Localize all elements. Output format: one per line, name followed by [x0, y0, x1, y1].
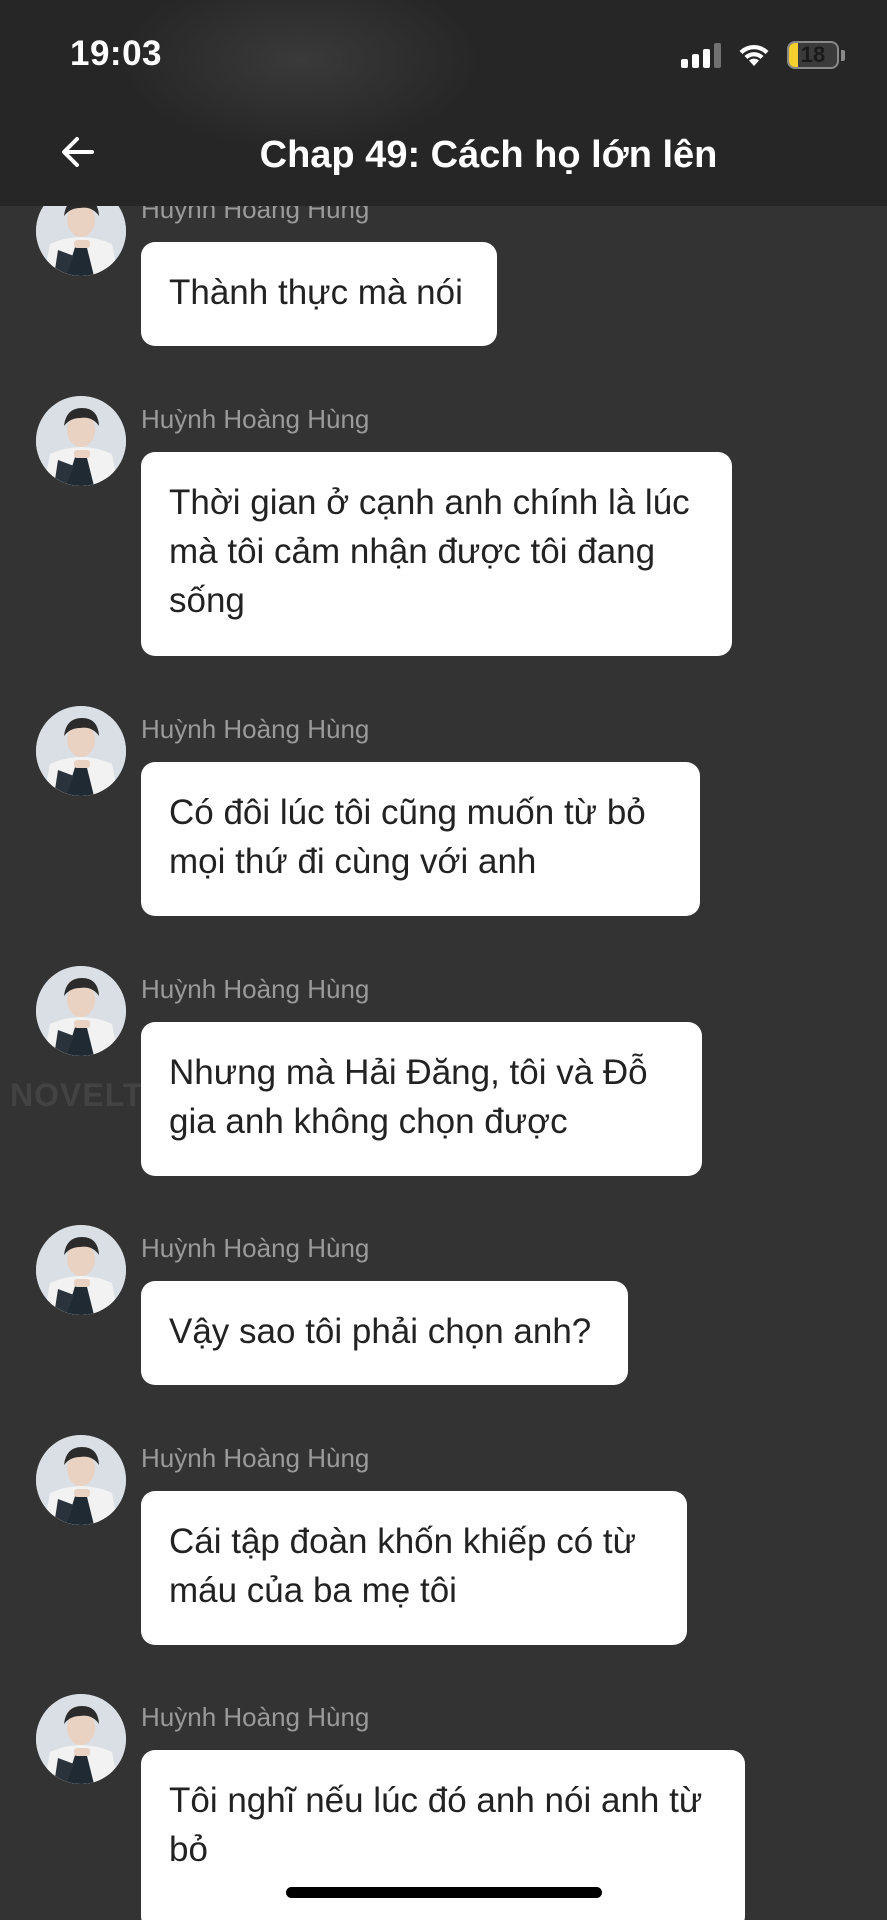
- message-bubble[interactable]: Thành thực mà nói: [141, 242, 497, 346]
- message-text: Tôi nghĩ nếu lúc đó anh nói anh từ bỏ: [169, 1781, 703, 1869]
- cellular-signal-icon: [681, 42, 721, 68]
- status-time: 19:03: [70, 34, 163, 73]
- avatar[interactable]: [36, 706, 126, 796]
- chat-list[interactable]: Huỳnh Hoàng Hùng Thành thực mà nói Huỳnh…: [0, 206, 887, 1920]
- message-bubble[interactable]: Vậy sao tôi phải chọn anh?: [141, 1281, 628, 1385]
- battery-level: 18: [800, 42, 826, 67]
- avatar[interactable]: [36, 966, 126, 1056]
- arrow-left-icon: [62, 137, 94, 167]
- message-bubble[interactable]: Cái tập đoàn khốn khiếp có từ máu của ba…: [141, 1491, 687, 1645]
- avatar[interactable]: [36, 1225, 126, 1315]
- wifi-icon: [739, 44, 769, 66]
- status-icons: 18: [681, 38, 845, 72]
- sender-name: Huỳnh Hoàng Hùng: [141, 206, 370, 224]
- avatar[interactable]: [36, 1435, 126, 1525]
- message-bubble[interactable]: Có đôi lúc tôi cũng muốn từ bỏ mọi thứ đ…: [141, 762, 700, 916]
- battery-icon: 18: [787, 41, 839, 69]
- message-text: Có đôi lúc tôi cũng muốn từ bỏ mọi thứ đ…: [169, 793, 646, 881]
- message-text: Thời gian ở cạnh anh chính là lúc mà tôi…: [169, 483, 690, 620]
- sender-name: Huỳnh Hoàng Hùng: [141, 714, 370, 744]
- watermark: NOVELTOON: [10, 1077, 219, 1113]
- home-indicator: [286, 1887, 602, 1898]
- sender-name: Huỳnh Hoàng Hùng: [141, 1233, 370, 1263]
- sender-name: Huỳnh Hoàng Hùng: [141, 404, 370, 434]
- message-text: Vậy sao tôi phải chọn anh?: [169, 1312, 592, 1351]
- page-title: Chap 49: Cách họ lớn lên: [259, 134, 718, 176]
- message-text: Thành thực mà nói: [169, 273, 463, 312]
- back-button[interactable]: [58, 132, 108, 182]
- message-bubble[interactable]: Nhưng mà Hải Đăng, tôi và Đỗ gia anh khô…: [141, 1022, 702, 1176]
- battery-tip: [841, 49, 845, 61]
- message-bubble[interactable]: Thời gian ở cạnh anh chính là lúc mà tôi…: [141, 452, 732, 656]
- message-text: Nhưng mà Hải Đăng, tôi và Đỗ gia anh khô…: [169, 1053, 648, 1141]
- sender-name: Huỳnh Hoàng Hùng: [141, 974, 370, 1004]
- avatar[interactable]: [36, 206, 126, 276]
- avatar[interactable]: [36, 396, 126, 486]
- avatar[interactable]: [36, 1694, 126, 1784]
- sender-name: Huỳnh Hoàng Hùng: [141, 1702, 370, 1732]
- top-bar: 19:03 18 Chap 49: Cách họ lớn lên: [0, 0, 887, 206]
- sender-name: Huỳnh Hoàng Hùng: [141, 1443, 370, 1473]
- message-text: Cái tập đoàn khốn khiếp có từ máu của ba…: [169, 1522, 637, 1610]
